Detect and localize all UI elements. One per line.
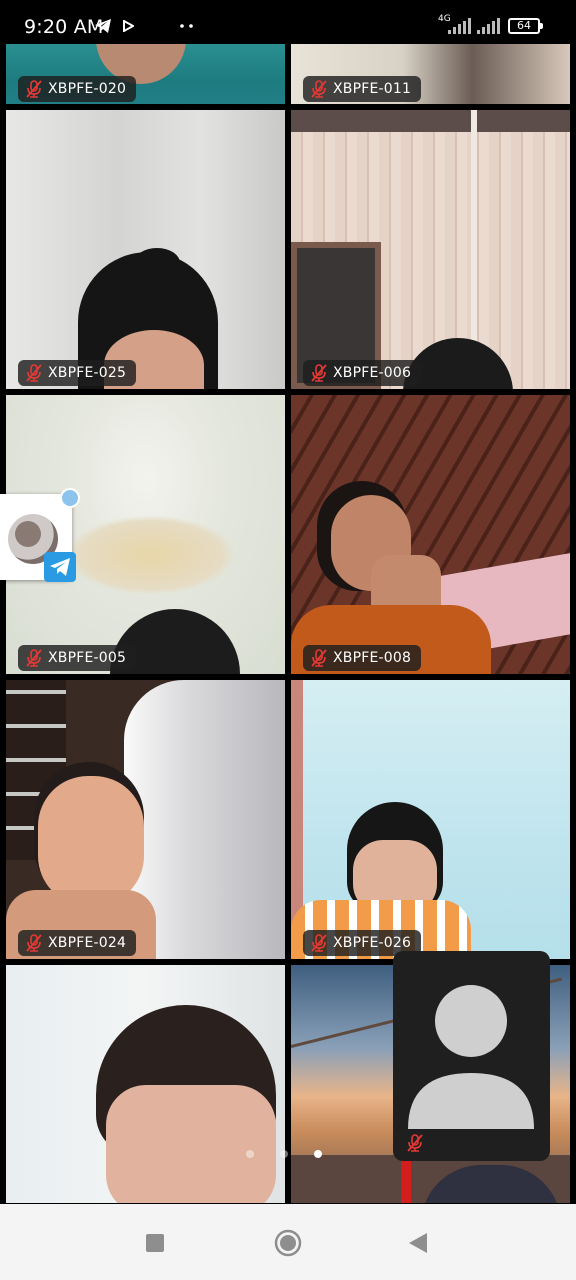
- participant-label: XBPFE-006: [303, 360, 422, 386]
- status-bar: 9:20 AM 4G 64: [0, 0, 576, 48]
- mic-off-icon: [26, 364, 42, 382]
- bubble-indicator-dot: [60, 488, 80, 508]
- participant-name: XBPFE-005: [48, 650, 127, 666]
- home-circle-icon[interactable]: [274, 1229, 302, 1257]
- mic-off-icon: [26, 649, 42, 667]
- mic-off-icon: [26, 80, 42, 98]
- participant-tile-xbpfe-008[interactable]: XBPFE-008: [291, 395, 570, 674]
- participant-tile-xbpfe-025[interactable]: XBPFE-025: [6, 110, 285, 389]
- participant-name: XBPFE-006: [333, 365, 412, 381]
- telegram-chat-bubble[interactable]: [0, 488, 80, 582]
- participant-name: XBPFE-025: [48, 365, 127, 381]
- mic-off-icon: [311, 649, 327, 667]
- participant-name: XBPFE-020: [48, 81, 127, 97]
- page-dot[interactable]: [280, 1150, 288, 1158]
- mic-off-icon: [311, 364, 327, 382]
- participant-tile-xbpfe-026[interactable]: XBPFE-026: [291, 680, 570, 959]
- mic-off-icon: [26, 934, 42, 952]
- page-indicator: [246, 1150, 322, 1158]
- back-triangle-icon[interactable]: [408, 1232, 428, 1254]
- participant-label: XBPFE-008: [303, 645, 422, 671]
- participant-label: XBPFE-005: [18, 645, 137, 671]
- navigation-bar: [0, 1204, 576, 1280]
- user-silhouette-icon: [408, 985, 534, 1129]
- signal-icon-2: [477, 18, 500, 34]
- mic-off-icon: [311, 80, 327, 98]
- status-time: 9:20 AM: [24, 16, 104, 38]
- participant-name: XBPFE-008: [333, 650, 412, 666]
- more-dots-icon: [180, 24, 193, 28]
- participant-tile-xbpfe-020[interactable]: XBPFE-020: [6, 44, 285, 104]
- battery-level: 64: [517, 19, 531, 32]
- participant-name: XBPFE-026: [333, 935, 412, 951]
- participant-tile-xbpfe-011[interactable]: XBPFE-011: [291, 44, 570, 104]
- participant-label: XBPFE-025: [18, 360, 137, 386]
- recents-square-icon[interactable]: [146, 1234, 164, 1252]
- participant-name: XBPFE-024: [48, 935, 127, 951]
- battery-icon: 64: [508, 18, 543, 34]
- participant-label: XBPFE-020: [18, 76, 137, 102]
- self-mic-off-icon[interactable]: [405, 1133, 425, 1153]
- play-icon: [123, 20, 134, 32]
- mic-off-icon: [311, 934, 327, 952]
- self-video-preview[interactable]: [393, 951, 550, 1161]
- page-dot[interactable]: [246, 1150, 254, 1158]
- page-dot-active[interactable]: [314, 1150, 322, 1158]
- telegram-icon: [95, 19, 111, 33]
- participant-tile-row5-left[interactable]: [6, 965, 285, 1203]
- participant-name: XBPFE-011: [333, 81, 412, 97]
- telegram-badge-icon: [44, 552, 76, 582]
- participant-label: XBPFE-024: [18, 930, 137, 956]
- participant-tile-xbpfe-006[interactable]: XBPFE-006: [291, 110, 570, 389]
- signal-icon: [448, 18, 471, 34]
- participant-label: XBPFE-011: [303, 76, 422, 102]
- participant-tile-xbpfe-024[interactable]: XBPFE-024: [6, 680, 285, 959]
